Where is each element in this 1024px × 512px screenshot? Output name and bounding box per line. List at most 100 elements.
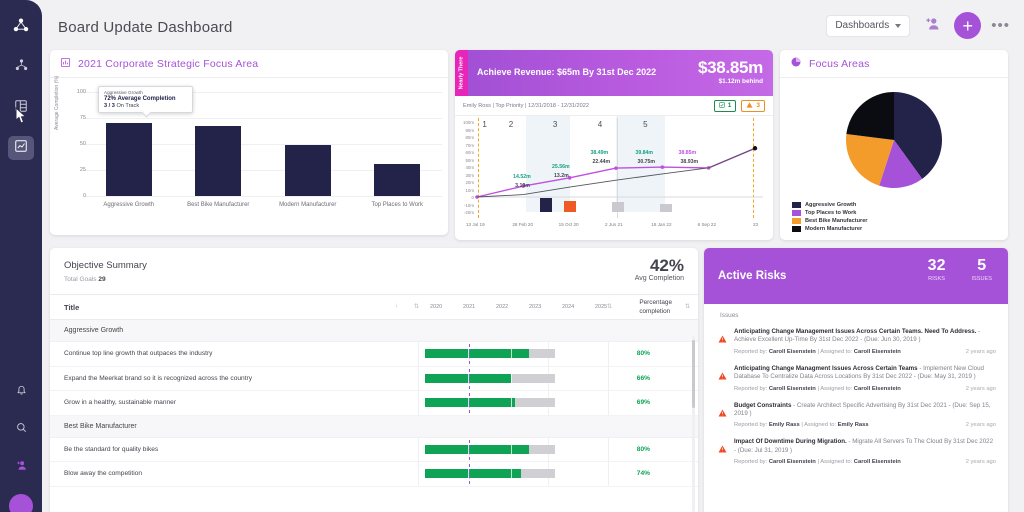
issue-timestamp: 2 years ago [965,348,996,355]
status-badge-green[interactable]: 1 [713,99,737,112]
table-row[interactable]: Blow away the competition 74% [50,462,698,487]
objective-scrollbar-thumb[interactable] [692,340,695,408]
line-series [476,147,756,198]
bar[interactable] [284,145,331,196]
column-header-year[interactable]: 2021 [463,304,475,310]
column-divider [608,342,609,366]
line-series [476,147,756,198]
reported-by-label: Reported by: [734,385,769,392]
more-options-button[interactable]: ••• [991,17,1010,34]
checklist-icon [719,101,725,110]
x-axis-label: Best Bike Manufacturer [187,202,250,208]
data-point[interactable] [660,165,665,169]
sidebar-item-search[interactable] [8,418,34,442]
column-divider [418,366,419,390]
legend-swatch [792,210,801,216]
sort-years-icon[interactable]: ⇅ [607,303,612,310]
sidebar-item-invite-user[interactable] [8,456,34,480]
actual-value-label: 14.52m [513,174,531,180]
target-value-label: 30.75m [637,159,656,165]
list-item[interactable]: Anticipating Change Management Issues Ac… [704,323,1008,360]
column-divider [608,437,609,461]
group-label: Aggressive Growth [64,327,124,334]
y-tick-label: 100 [76,89,86,95]
column-header-year[interactable]: 2022 [496,304,508,310]
user-avatar[interactable] [9,494,33,512]
list-item[interactable]: Impact Of Downtime During Migration. - M… [704,433,1008,470]
bar[interactable] [105,123,152,196]
row-title: Blow away the competition [64,470,143,477]
sort-title-icon[interactable]: ↓ [395,303,398,309]
legend-swatch [792,226,801,232]
progress-tick [510,349,512,358]
group-label: Best Bike Manufacturer [64,422,137,430]
header-actions: Dashboards + ••• [826,12,1010,39]
sort-percentage-icon[interactable]: ⇅ [685,303,690,310]
assignee-name: Caroll Eisenstein [853,348,901,355]
sort-secondary-icon[interactable]: ⇅ [414,303,419,310]
share-users-button[interactable] [920,14,944,38]
column-divider [418,437,419,461]
table-row[interactable]: Grow in a healthy, sustainable manner 69% [50,391,698,416]
y-tick-label: 75 [79,115,86,121]
analytics-chart-icon [14,139,28,158]
create-new-button[interactable]: + [954,12,982,39]
bar-chart: Average Completion (%) 0 25 50 75 100 Aggres… [50,76,448,235]
group-row[interactable]: Best Bike Manufacturer [50,415,698,438]
tooltip-completion: 72% Average Completion [104,96,176,102]
progress-bar [425,469,555,478]
column-divider [608,462,609,486]
data-point[interactable] [614,166,618,170]
bar[interactable] [195,126,242,196]
column-header-title: Title [64,303,80,312]
column-header-year[interactable]: 2025 [595,304,607,310]
legend-swatch [792,202,801,208]
today-marker [469,439,470,460]
group-row[interactable]: Aggressive Growth [50,320,698,342]
sidebar-item-board[interactable] [8,96,34,120]
sidebar-item-analytics[interactable] [8,136,34,160]
page-header: Board Update Dashboard Dashboards + ••• [42,0,1024,48]
left-sidebar [0,0,42,512]
column-header-year[interactable]: 2023 [529,304,541,310]
table-row[interactable]: Continue top line growth that outpaces t… [50,342,698,367]
status-badge-orange[interactable]: 3 [741,99,765,112]
x-tick-label: 23 [753,222,759,227]
total-goals-label: Total Goals [64,276,97,283]
legend-label: Modern Manufacturer [805,226,863,232]
status-badge-label: Nearly There [458,56,465,90]
x-axis-label: Modern Manufacturer [279,202,337,208]
pie-slice[interactable] [846,92,894,140]
table-row[interactable]: Expand the Meerkat brand so it is recogn… [50,366,698,391]
revenue-meta-text: Emily Ross | Top Priority | 12/31/2018 -… [463,102,589,109]
list-item[interactable]: Budget Constraints - Create Architect Sp… [704,397,1008,434]
column-header-year[interactable]: 2024 [562,304,574,310]
issues-count: 5 [977,257,987,274]
assigned-to-label: | Assigned to: [815,459,854,466]
page-title: Board Update Dashboard [58,19,233,36]
progress-bar [425,444,555,454]
app-logo-icon[interactable] [12,17,30,40]
tooltip-ontrack-value: 3 / 3 [104,103,115,109]
list-item[interactable]: Anticipating Change Managment Issues Acr… [704,360,1008,397]
warning-triangle-icon [746,101,753,110]
risks-label: RISKS [928,276,945,282]
gridline [84,196,442,197]
column-header-year[interactable]: 2020 [430,304,442,310]
total-goals-value: 29 [98,276,106,283]
progress-bar [425,349,555,358]
sidebar-item-notifications[interactable] [8,380,34,404]
avg-completion-label: Avg Completion [634,275,684,282]
table-row[interactable]: Be the standard for quality bikes 80% [50,437,698,462]
progress-fill [425,349,529,358]
row-title: Grow in a healthy, sustainable manner [64,399,177,406]
bar-chart-icon [60,55,71,73]
legend-label: Aggressive Growth [805,202,857,208]
revenue-meta-row: Emily Ross | Top Priority | 12/31/2018 -… [455,96,773,116]
bar[interactable] [374,163,421,196]
progress-tick [510,373,512,383]
revenue-goal-card: Nearly There Achieve Revenue: $65m By 31… [455,50,773,240]
dashboards-dropdown[interactable]: Dashboards [826,14,911,37]
sidebar-item-org-chart[interactable] [8,56,34,80]
issue-meta: 2 years ago Reported by: Emily Rass | Ass… [734,422,996,428]
